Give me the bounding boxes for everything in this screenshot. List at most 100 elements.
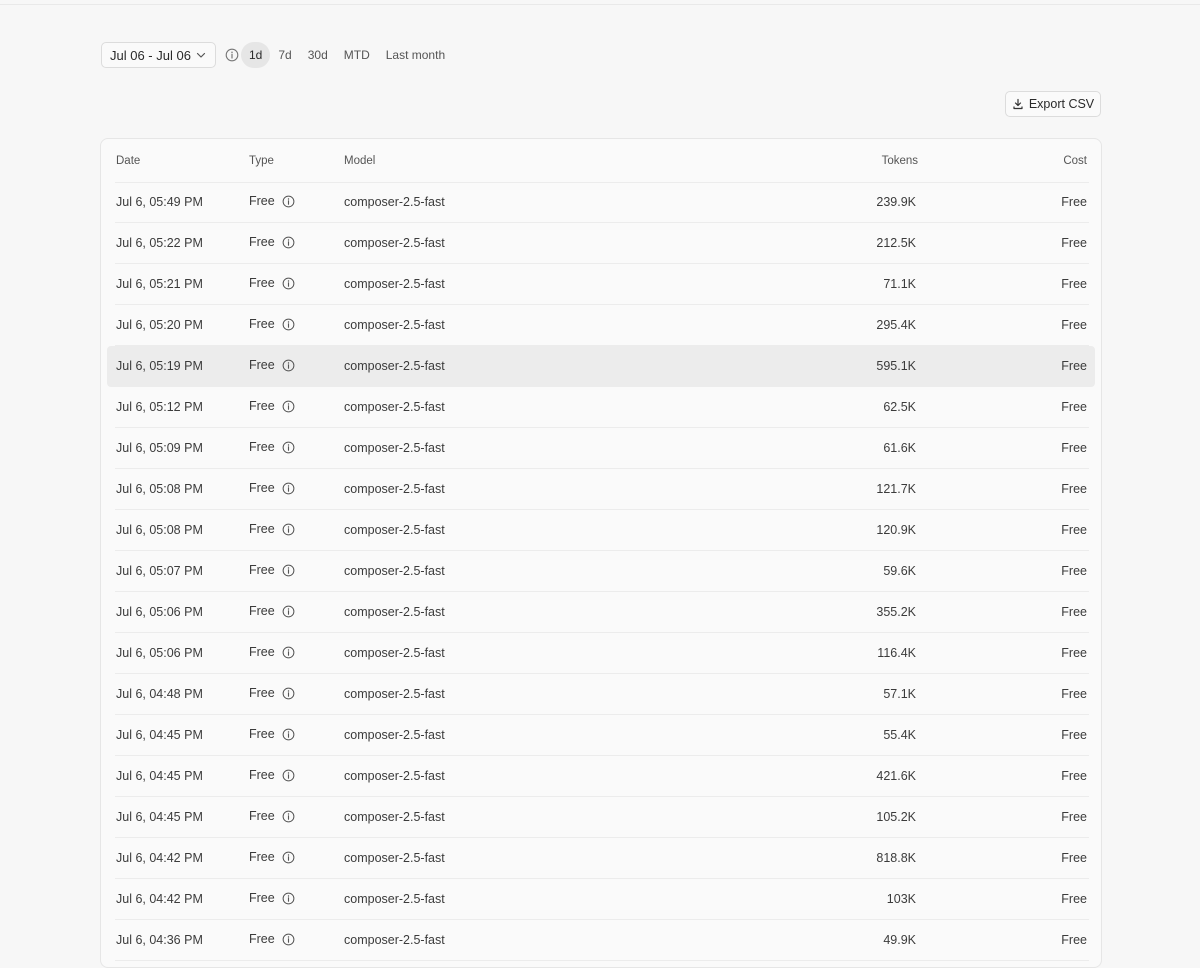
table-row[interactable]: Jul 6, 04:42 PM Free composer-2.5-fast 103K… bbox=[101, 879, 1101, 920]
cell-date: Jul 6, 05:21 PM bbox=[116, 277, 203, 291]
table-header: Date Type Model Tokens Cost bbox=[115, 139, 1089, 183]
table-row[interactable]: Jul 6, 05:49 PM Free composer-2.5-fast 239.… bbox=[101, 182, 1101, 223]
cell-model: composer-2.5-fast bbox=[344, 482, 445, 496]
info-icon[interactable] bbox=[282, 769, 295, 782]
preset-last-month[interactable]: Last month bbox=[378, 42, 453, 68]
cell-cost: Free bbox=[1061, 646, 1087, 660]
cell-model: composer-2.5-fast bbox=[344, 441, 445, 455]
cell-tokens: 49.9K bbox=[883, 933, 916, 947]
cell-type: Free bbox=[249, 768, 295, 782]
info-icon[interactable] bbox=[282, 400, 295, 413]
cell-model: composer-2.5-fast bbox=[344, 523, 445, 537]
cell-cost: Free bbox=[1061, 277, 1087, 291]
table-row[interactable]: Jul 6, 05:20 PM Free composer-2.5-fast 295.… bbox=[101, 305, 1101, 346]
cell-date: Jul 6, 05:12 PM bbox=[116, 400, 203, 414]
cell-type: Free bbox=[249, 194, 295, 208]
type-label: Free bbox=[249, 399, 275, 413]
info-icon[interactable] bbox=[282, 892, 295, 905]
cell-tokens: 595.1K bbox=[876, 359, 916, 373]
preset-7d[interactable]: 7d bbox=[270, 42, 299, 68]
table-row[interactable]: Jul 6, 05:08 PM Free composer-2.5-fast 120.… bbox=[101, 510, 1101, 551]
cell-cost: Free bbox=[1061, 195, 1087, 209]
cell-model: composer-2.5-fast bbox=[344, 400, 445, 414]
info-icon[interactable] bbox=[282, 851, 295, 864]
info-icon[interactable] bbox=[282, 687, 295, 700]
info-icon[interactable] bbox=[282, 523, 295, 536]
table-row[interactable]: Jul 6, 05:21 PM Free composer-2.5-fast 71.1… bbox=[101, 264, 1101, 305]
type-label: Free bbox=[249, 932, 275, 946]
cell-date: Jul 6, 05:09 PM bbox=[116, 441, 203, 455]
column-header-cost[interactable]: Cost bbox=[1063, 155, 1087, 167]
preset-1d[interactable]: 1d bbox=[241, 42, 271, 68]
column-header-model[interactable]: Model bbox=[344, 155, 375, 167]
cell-type: Free bbox=[249, 563, 295, 577]
info-icon[interactable] bbox=[282, 277, 295, 290]
table-body: Jul 6, 05:49 PM Free composer-2.5-fast 239.… bbox=[101, 182, 1101, 961]
cell-cost: Free bbox=[1061, 728, 1087, 742]
table-row[interactable]: Jul 6, 05:08 PM Free composer-2.5-fast 121.… bbox=[101, 469, 1101, 510]
cell-type: Free bbox=[249, 645, 295, 659]
cell-model: composer-2.5-fast bbox=[344, 687, 445, 701]
cell-model: composer-2.5-fast bbox=[344, 892, 445, 906]
table-row[interactable]: Jul 6, 04:45 PM Free composer-2.5-fast 55.4… bbox=[101, 715, 1101, 756]
cell-tokens: 239.9K bbox=[876, 195, 916, 209]
type-label: Free bbox=[249, 358, 275, 372]
info-icon[interactable] bbox=[282, 646, 295, 659]
info-icon[interactable] bbox=[282, 605, 295, 618]
table-row[interactable]: Jul 6, 04:48 PM Free composer-2.5-fast 57.1… bbox=[101, 674, 1101, 715]
cell-tokens: 61.6K bbox=[883, 441, 916, 455]
cell-model: composer-2.5-fast bbox=[344, 769, 445, 783]
table-row[interactable]: Jul 6, 04:45 PM Free composer-2.5-fast 105.… bbox=[101, 797, 1101, 838]
preset-30d[interactable]: 30d bbox=[300, 42, 336, 68]
cell-date: Jul 6, 05:20 PM bbox=[116, 318, 203, 332]
table-row[interactable]: Jul 6, 05:22 PM Free composer-2.5-fast 212.… bbox=[101, 223, 1101, 264]
table-row[interactable]: Jul 6, 05:19 PM Free composer-2.5-fast 595.… bbox=[101, 346, 1101, 387]
table-row[interactable]: Jul 6, 05:09 PM Free composer-2.5-fast 61.6… bbox=[101, 428, 1101, 469]
info-icon[interactable] bbox=[282, 482, 295, 495]
column-header-date[interactable]: Date bbox=[116, 155, 140, 167]
cell-type: Free bbox=[249, 604, 295, 618]
cell-tokens: 59.6K bbox=[883, 564, 916, 578]
cell-cost: Free bbox=[1061, 933, 1087, 947]
date-range-picker[interactable]: Jul 06 - Jul 06 bbox=[101, 42, 216, 68]
date-range-label: Jul 06 - Jul 06 bbox=[110, 47, 191, 63]
preset-mtd[interactable]: MTD bbox=[336, 42, 378, 68]
info-icon[interactable] bbox=[282, 359, 295, 372]
column-header-tokens[interactable]: Tokens bbox=[882, 155, 918, 167]
cell-type: Free bbox=[249, 686, 295, 700]
cell-model: composer-2.5-fast bbox=[344, 605, 445, 619]
type-label: Free bbox=[249, 645, 275, 659]
info-icon[interactable] bbox=[225, 48, 239, 62]
info-icon[interactable] bbox=[282, 564, 295, 577]
table-row[interactable]: Jul 6, 05:06 PM Free composer-2.5-fast 355.… bbox=[101, 592, 1101, 633]
table-row[interactable]: Jul 6, 04:42 PM Free composer-2.5-fast 818.… bbox=[101, 838, 1101, 879]
cell-tokens: 355.2K bbox=[876, 605, 916, 619]
top-divider bbox=[0, 4, 1200, 5]
type-label: Free bbox=[249, 235, 275, 249]
info-icon[interactable] bbox=[282, 933, 295, 946]
table-row[interactable]: Jul 6, 04:45 PM Free composer-2.5-fast 421.… bbox=[101, 756, 1101, 797]
type-label: Free bbox=[249, 809, 275, 823]
info-icon[interactable] bbox=[282, 195, 295, 208]
cell-cost: Free bbox=[1061, 564, 1087, 578]
cell-tokens: 421.6K bbox=[876, 769, 916, 783]
table-row[interactable]: Jul 6, 05:07 PM Free composer-2.5-fast 59.6… bbox=[101, 551, 1101, 592]
table-row[interactable]: Jul 6, 04:36 PM Free composer-2.5-fast 49.9… bbox=[101, 920, 1101, 961]
cell-date: Jul 6, 05:19 PM bbox=[116, 359, 203, 373]
info-icon[interactable] bbox=[282, 728, 295, 741]
column-header-type[interactable]: Type bbox=[249, 155, 274, 167]
export-csv-button[interactable]: Export CSV bbox=[1005, 91, 1101, 117]
type-label: Free bbox=[249, 768, 275, 782]
info-icon[interactable] bbox=[282, 318, 295, 331]
info-icon[interactable] bbox=[282, 441, 295, 454]
table-row[interactable]: Jul 6, 05:12 PM Free composer-2.5-fast 62.5… bbox=[101, 387, 1101, 428]
type-label: Free bbox=[249, 522, 275, 536]
date-presets: 1d 7d 30d MTD Last month bbox=[241, 42, 453, 68]
info-icon[interactable] bbox=[282, 236, 295, 249]
type-label: Free bbox=[249, 481, 275, 495]
cell-model: composer-2.5-fast bbox=[344, 318, 445, 332]
type-label: Free bbox=[249, 891, 275, 905]
cell-model: composer-2.5-fast bbox=[344, 277, 445, 291]
table-row[interactable]: Jul 6, 05:06 PM Free composer-2.5-fast 116.… bbox=[101, 633, 1101, 674]
info-icon[interactable] bbox=[282, 810, 295, 823]
